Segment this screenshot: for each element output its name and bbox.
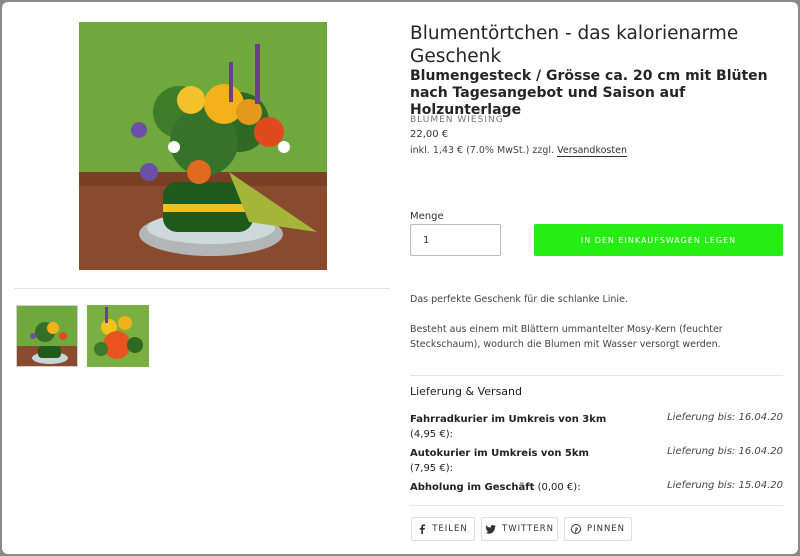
share-pinterest-label: PINNEN [586, 524, 626, 534]
description-line-2: Besteht aus einem mit Blättern ummantelt… [410, 324, 723, 350]
image-divider [14, 288, 390, 289]
share-pinterest-button[interactable]: PINNEN [564, 517, 632, 541]
delivery-option: Autokurier im Umkreis von 5km (7,95 €): … [410, 446, 783, 478]
shipping-cost-link[interactable]: Versandkosten [557, 145, 627, 157]
share-twitter-label: TWITTERN [502, 524, 554, 534]
delivery-option-price: (7,95 €): [410, 463, 453, 474]
delivery-option-date: Lieferung bis: 16.04.20 [667, 446, 783, 457]
quantity-label: Menge [410, 211, 444, 222]
delivery-option-date: Lieferung bis: 15.04.20 [667, 480, 783, 491]
share-twitter-button[interactable]: TWITTERN [481, 517, 558, 541]
delivery-option-name: Fahrradkurier im Umkreis von 3km (4,95 €… [410, 412, 640, 442]
quantity-input[interactable] [410, 224, 501, 256]
product-price: 22,00 € [410, 129, 449, 140]
delivery-option: Fahrradkurier im Umkreis von 3km (4,95 €… [410, 412, 783, 444]
product-title: Blumentörtchen - das kalorienarme Gesche… [410, 23, 739, 67]
tax-text: inkl. 1,43 € (7.0% MwSt.) zzgl. [410, 145, 555, 156]
delivery-option-price: (0,00 €): [537, 482, 581, 493]
delivery-option: Abholung im Geschäft (0,00 €): Lieferung… [410, 480, 783, 496]
delivery-option-title: Fahrradkurier im Umkreis von 3km [410, 414, 607, 425]
product-main-image[interactable] [79, 22, 327, 270]
thumbnail-1[interactable] [16, 305, 78, 367]
section-divider [410, 505, 783, 506]
twitter-icon [485, 524, 496, 534]
product-page: Blumentörtchen - das kalorienarme Gesche… [2, 2, 798, 554]
facebook-icon [420, 524, 426, 534]
share-facebook-button[interactable]: TEILEN [411, 517, 475, 541]
delivery-option-name: Autokurier im Umkreis von 5km (7,95 €): [410, 446, 640, 476]
delivery-option-title: Abholung im Geschäft [410, 482, 535, 493]
delivery-option-price: (4,95 €): [410, 429, 453, 440]
thumbnail-2[interactable] [87, 305, 149, 367]
vendor-name[interactable]: BLUMEN WIESING [410, 115, 504, 125]
delivery-heading: Lieferung & Versand [410, 385, 522, 398]
section-divider [410, 375, 783, 376]
delivery-option-date: Lieferung bis: 16.04.20 [667, 412, 783, 423]
delivery-option-title: Autokurier im Umkreis von 5km [410, 448, 589, 459]
add-to-cart-button[interactable]: IN DEN EINKAUFSWAGEN LEGEN [534, 224, 783, 256]
description-line-1: Das perfekte Geschenk für die schlanke L… [410, 294, 628, 305]
product-subtitle: Blumengesteck / Grösse ca. 20 cm mit Blü… [410, 68, 768, 118]
pinterest-icon [570, 524, 581, 534]
share-facebook-label: TEILEN [432, 524, 468, 534]
tax-info: inkl. 1,43 € (7.0% MwSt.) zzgl. Versandk… [410, 145, 627, 157]
delivery-option-name: Abholung im Geschäft (0,00 €): [410, 480, 670, 495]
